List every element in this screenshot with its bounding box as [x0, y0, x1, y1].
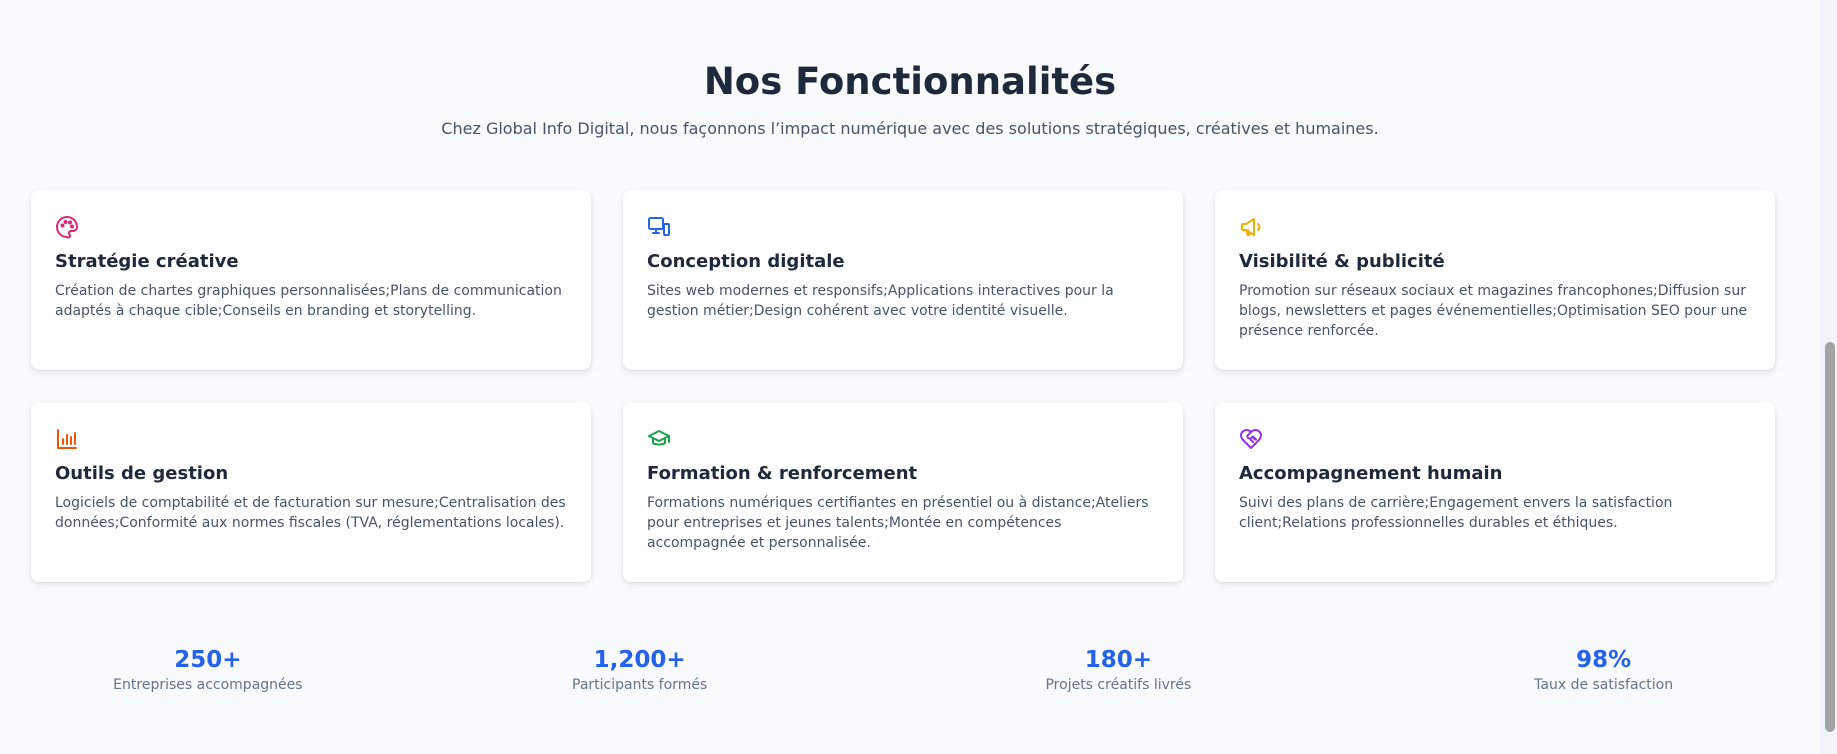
- feature-card-strategie-creative: Stratégie créative Création de chartes g…: [31, 190, 591, 370]
- stat-label: Participants formés: [572, 677, 708, 693]
- stat-value: 1,200+: [593, 647, 686, 673]
- devices-icon: [647, 215, 671, 239]
- feature-card-visibilite-publicite: Visibilité & publicité Promotion sur rés…: [1215, 190, 1775, 370]
- stat-value: 180+: [1084, 647, 1153, 673]
- graduation-cap-icon: [647, 427, 671, 451]
- stat-label: Taux de satisfaction: [1534, 677, 1674, 693]
- feature-description: Formations numériques certifiantes en pr…: [647, 495, 1149, 551]
- features-grid: Stratégie créative Création de chartes g…: [31, 190, 1775, 582]
- stat-projets: 180+ Projets créatifs livrés: [899, 647, 1339, 693]
- megaphone-icon: [1239, 215, 1263, 239]
- stat-value: 98%: [1576, 647, 1632, 673]
- bar-chart-icon: [55, 427, 79, 451]
- section-subtitle: Chez Global Info Digital, nous façonnons…: [441, 119, 1379, 138]
- feature-card-conception-digitale: Conception digitale Sites web modernes e…: [623, 190, 1183, 370]
- page-scrollbar[interactable]: [1820, 0, 1837, 754]
- heart-handshake-icon: [1239, 427, 1263, 451]
- feature-title: Conception digitale: [647, 251, 845, 272]
- feature-title: Formation & renforcement: [647, 463, 918, 484]
- scrollbar-thumb[interactable]: [1825, 342, 1835, 732]
- feature-description: Suivi des plans de carrière;Engagement e…: [1239, 495, 1673, 531]
- stat-satisfaction: 98% Taux de satisfaction: [1433, 647, 1774, 693]
- stat-label: Projets créatifs livrés: [1045, 677, 1192, 693]
- feature-description: Logiciels de comptabilité et de facturat…: [55, 495, 566, 531]
- feature-description: Création de chartes graphiques personnal…: [55, 283, 562, 319]
- feature-title: Visibilité & publicité: [1239, 251, 1445, 272]
- feature-card-outils-gestion: Outils de gestion Logiciels de comptabil…: [31, 402, 591, 582]
- feature-description: Promotion sur réseaux sociaux et magazin…: [1239, 283, 1748, 339]
- feature-title: Accompagnement humain: [1239, 463, 1503, 484]
- section-title: Nos Fonctionnalités: [703, 60, 1117, 103]
- feature-title: Outils de gestion: [55, 463, 229, 484]
- feature-card-accompagnement: Accompagnement humain Suivi des plans de…: [1215, 402, 1775, 582]
- feature-title: Stratégie créative: [55, 251, 239, 272]
- feature-card-formation: Formation & renforcement Formations numé…: [623, 402, 1183, 582]
- stats-row: 250+ Entreprises accompagnées 1,200+ Par…: [31, 647, 1774, 693]
- stat-participants: 1,200+ Participants formés: [377, 647, 903, 693]
- feature-description: Sites web modernes et responsifs;Applica…: [647, 283, 1114, 319]
- features-section: Nos Fonctionnalités Chez Global Info Dig…: [0, 0, 1820, 754]
- palette-icon: [55, 215, 79, 239]
